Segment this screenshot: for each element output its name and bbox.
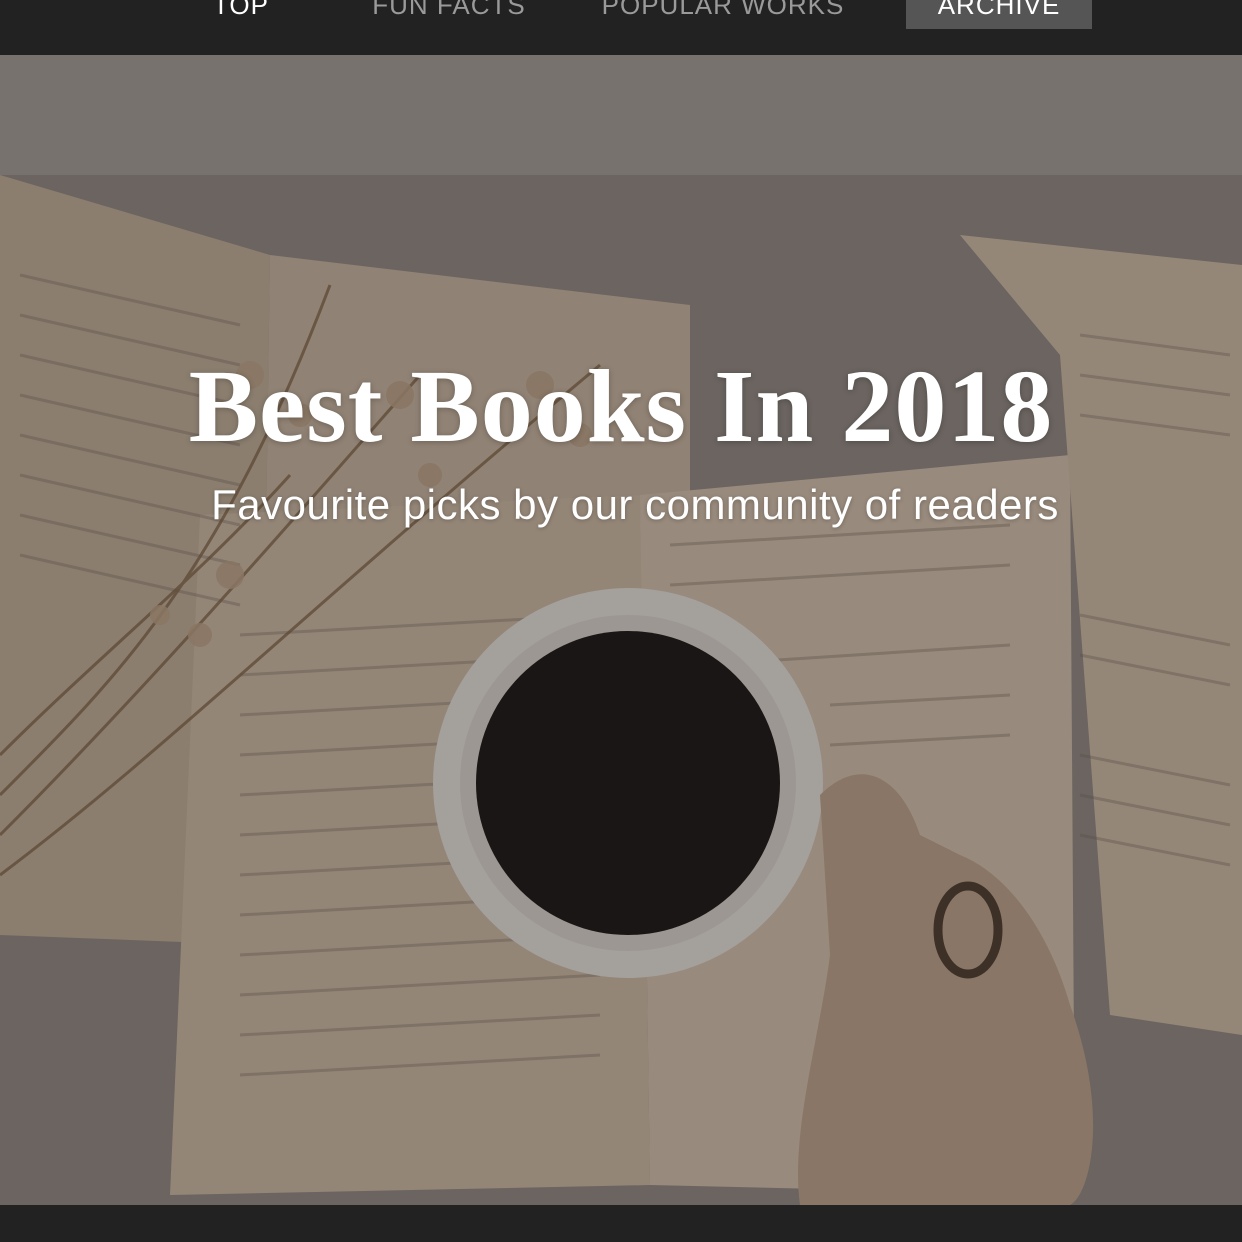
hero-subtitle: Favourite picks by our community of read…: [211, 481, 1059, 528]
hero-banner: Best Books In 2018 Favourite picks by ou…: [0, 55, 1242, 1205]
hero-title: Best Books In 2018: [188, 349, 1054, 464]
top-navigation: TOP FUN FACTS POPULAR WORKS ARCHIVE: [0, 0, 1242, 55]
hero-image-overlay: [0, 55, 1242, 1205]
nav-item-popular-works[interactable]: POPULAR WORKS: [580, 0, 866, 28]
page-bottom-band: [0, 1205, 1242, 1242]
nav-item-archive[interactable]: ARCHIVE: [906, 0, 1092, 29]
nav-item-top[interactable]: TOP: [196, 0, 286, 28]
nav-item-fun-facts[interactable]: FUN FACTS: [352, 0, 546, 28]
